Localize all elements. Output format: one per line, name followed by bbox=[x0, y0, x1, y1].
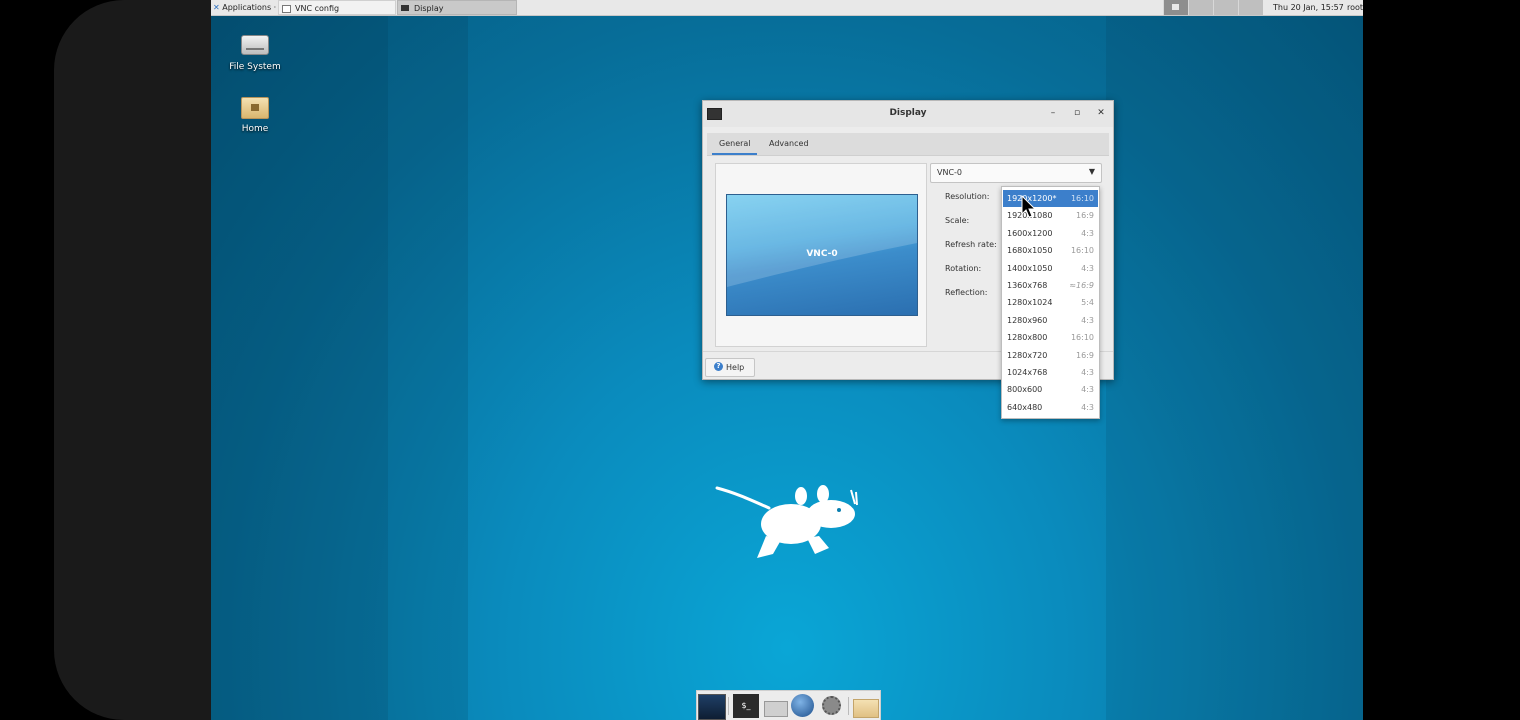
maximize-button[interactable]: ▫ bbox=[1070, 106, 1084, 120]
tab-general[interactable]: General bbox=[712, 139, 757, 155]
show-desktop-icon[interactable] bbox=[698, 694, 726, 720]
resolution-option[interactable]: 1400x1050 4:3 bbox=[1003, 260, 1098, 277]
resolution-option[interactable]: 800x600 4:3 bbox=[1003, 381, 1098, 398]
home-folder-icon[interactable] bbox=[762, 694, 788, 718]
resolution-value: 1400x1050 bbox=[1007, 264, 1053, 273]
mouse-cursor-icon bbox=[1021, 195, 1037, 218]
tab-label: Advanced bbox=[769, 139, 809, 148]
window-titlebar[interactable]: Display – ▫ ✕ bbox=[703, 101, 1113, 127]
resolution-option[interactable]: 1920x1200* 16:10 bbox=[1003, 190, 1098, 207]
resolution-value: 1280x720 bbox=[1007, 351, 1048, 360]
resolution-option[interactable]: 1280x960 4:3 bbox=[1003, 312, 1098, 329]
terminal-icon[interactable]: $_ bbox=[733, 694, 759, 718]
desktop-icon-home[interactable]: Home bbox=[220, 97, 290, 134]
aspect-ratio: 16:9 bbox=[1076, 211, 1094, 220]
monitor-preview[interactable]: VNC-0 bbox=[726, 194, 918, 316]
taskbar-button-display[interactable]: Display bbox=[397, 0, 517, 15]
desktop-icon-label: Home bbox=[241, 124, 269, 134]
desktop-icon-file-system[interactable]: File System bbox=[220, 35, 290, 72]
tab-bar: General Advanced bbox=[707, 133, 1109, 156]
help-button[interactable]: ? Help bbox=[705, 358, 755, 377]
top-panel: ✕ Applications · VNC config Display Thu … bbox=[211, 0, 1363, 16]
folder-icon[interactable] bbox=[852, 694, 879, 718]
scale-label: Scale: bbox=[945, 216, 970, 225]
user-menu[interactable]: root bbox=[1347, 0, 1363, 15]
dock: $_ bbox=[696, 690, 881, 720]
aspect-ratio: 4:3 bbox=[1081, 264, 1094, 273]
wallpaper-stripe bbox=[388, 0, 468, 720]
resolution-option[interactable]: 640x480 4:3 bbox=[1003, 399, 1098, 416]
workspace-2[interactable] bbox=[1188, 0, 1213, 15]
resolution-option[interactable]: 1280x800 16:10 bbox=[1003, 329, 1098, 346]
resolution-value: 800x600 bbox=[1007, 385, 1043, 394]
applications-menu[interactable]: ✕ Applications · bbox=[213, 0, 276, 15]
resolution-option[interactable]: 1280x1024 5:4 bbox=[1003, 294, 1098, 311]
aspect-ratio: 5:4 bbox=[1081, 298, 1094, 307]
chevron-down-icon: ▼ bbox=[1088, 167, 1095, 176]
home-folder-icon bbox=[241, 97, 269, 119]
resolution-option[interactable]: 1920x108016:9 bbox=[1003, 207, 1098, 224]
dock-separator bbox=[848, 697, 849, 715]
window-icon bbox=[282, 5, 291, 13]
aspect-ratio: 4:3 bbox=[1081, 229, 1094, 238]
resolution-value: 1280x1024 bbox=[1007, 298, 1053, 307]
minimize-button[interactable]: – bbox=[1046, 106, 1060, 120]
workspace-window-icon bbox=[1172, 4, 1179, 10]
aspect-ratio: ≈16:9 bbox=[1069, 281, 1094, 290]
output-select[interactable]: VNC-0 ▼ bbox=[930, 163, 1102, 183]
resolution-value: 1680x1050 bbox=[1007, 246, 1053, 255]
resolution-value: 1024x768 bbox=[1007, 368, 1048, 377]
help-icon: ? bbox=[714, 362, 723, 371]
web-browser-icon[interactable] bbox=[790, 694, 816, 718]
resolution-option[interactable]: 1600x1200 4:3 bbox=[1003, 225, 1098, 242]
aspect-ratio: 4:3 bbox=[1081, 385, 1094, 394]
taskbar-label: Display bbox=[414, 4, 444, 13]
resolution-value: 1280x960 bbox=[1007, 316, 1048, 325]
aspect-ratio: 4:3 bbox=[1081, 368, 1094, 377]
display-icon bbox=[401, 5, 409, 11]
aspect-ratio: 16:9 bbox=[1076, 351, 1094, 360]
resolution-value: 1280x800 bbox=[1007, 333, 1048, 342]
rotation-label: Rotation: bbox=[945, 264, 982, 273]
resolution-option[interactable]: 1024x768 4:3 bbox=[1003, 364, 1098, 381]
clock[interactable]: Thu 20 Jan, 15:57 bbox=[1273, 0, 1344, 15]
resolution-value: 1600x1200 bbox=[1007, 229, 1053, 238]
workspace-3[interactable] bbox=[1213, 0, 1238, 15]
workspace-1[interactable] bbox=[1163, 0, 1188, 15]
aspect-ratio: 16:10 bbox=[1070, 246, 1094, 255]
workspace-4[interactable] bbox=[1238, 0, 1263, 15]
aspect-ratio: 16:10 bbox=[1070, 194, 1094, 203]
desktop-icon-label: File System bbox=[229, 62, 281, 72]
tab-label: General bbox=[719, 139, 751, 148]
resolution-dropdown-list[interactable]: 1920x1200*16:10 1920x108016:9 1600x1200 4… bbox=[1001, 186, 1100, 419]
xfce-mouse-logo-icon bbox=[715, 485, 858, 558]
drive-icon bbox=[241, 35, 269, 55]
resolution-value: 1360x768 bbox=[1007, 281, 1048, 290]
aspect-ratio: 4:3 bbox=[1081, 316, 1094, 325]
refresh-rate-label: Refresh rate: bbox=[945, 240, 997, 249]
monitor-preview-area: VNC-0 bbox=[715, 163, 927, 347]
reflection-label: Reflection: bbox=[945, 288, 988, 297]
applications-menu-label: Applications · bbox=[222, 3, 277, 12]
output-select-value: VNC-0 bbox=[937, 168, 963, 177]
taskbar-button-vnc-config[interactable]: VNC config bbox=[278, 0, 396, 15]
aspect-ratio: 4:3 bbox=[1081, 403, 1094, 412]
resolution-value: 640x480 bbox=[1007, 403, 1043, 412]
taskbar-label: VNC config bbox=[295, 4, 340, 13]
monitor-label: VNC-0 bbox=[806, 249, 838, 259]
close-button[interactable]: ✕ bbox=[1094, 106, 1108, 120]
help-button-label: Help bbox=[726, 363, 745, 372]
dock-separator bbox=[728, 697, 729, 715]
xfce-logo-icon: ✕ bbox=[213, 3, 220, 12]
aspect-ratio: 16:10 bbox=[1070, 333, 1094, 342]
tab-advanced[interactable]: Advanced bbox=[769, 139, 809, 148]
resolution-option[interactable]: 1280x720 16:9 bbox=[1003, 347, 1098, 364]
wallpaper-stripe bbox=[1106, 0, 1363, 720]
resolution-option[interactable]: 1360x768 ≈16:9 bbox=[1003, 277, 1098, 294]
resolution-option[interactable]: 1680x1050 16:10 bbox=[1003, 242, 1098, 259]
resolution-label: Resolution: bbox=[945, 192, 990, 201]
desktop[interactable]: ✕ Applications · VNC config Display Thu … bbox=[211, 0, 1363, 720]
settings-icon[interactable] bbox=[819, 694, 845, 718]
